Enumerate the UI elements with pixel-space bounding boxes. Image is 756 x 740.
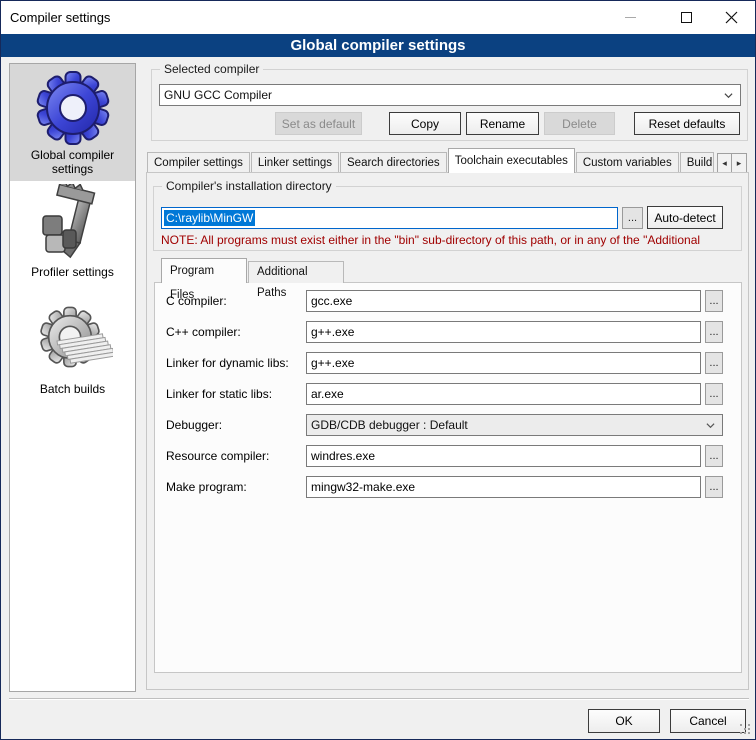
installation-directory-group-label: Compiler's installation directory bbox=[162, 179, 336, 193]
sidebar-item-label: Profiler settings bbox=[10, 264, 135, 279]
ok-button[interactable]: OK bbox=[588, 709, 660, 733]
chevron-down-icon bbox=[706, 421, 715, 430]
tab-search-directories[interactable]: Search directories bbox=[340, 152, 447, 173]
tab-custom-variables[interactable]: Custom variables bbox=[576, 152, 679, 173]
gray-gear-papers-icon bbox=[33, 301, 113, 381]
rename-button[interactable]: Rename bbox=[466, 112, 539, 135]
close-button[interactable] bbox=[708, 1, 754, 33]
field-label: Linker for static libs: bbox=[166, 387, 272, 401]
tab-toolchain-executables[interactable]: Toolchain executables bbox=[448, 148, 575, 173]
sidebar-item-label: Batch builds bbox=[10, 381, 135, 396]
caliper-icon bbox=[33, 184, 113, 264]
cpp-compiler-input[interactable] bbox=[306, 321, 701, 343]
minimize-button[interactable] bbox=[607, 1, 653, 33]
tab-linker-settings[interactable]: Linker settings bbox=[251, 152, 339, 173]
installation-directory-input[interactable]: C:\raylib\MinGW bbox=[161, 207, 618, 229]
resource-compiler-input[interactable] bbox=[306, 445, 701, 467]
installation-directory-browse-button[interactable]: ... bbox=[622, 207, 643, 229]
selected-compiler-group-label: Selected compiler bbox=[160, 62, 263, 76]
dialog-banner: Global compiler settings bbox=[1, 34, 755, 57]
tab-build-options-clipped[interactable]: Build bbox=[680, 152, 714, 173]
close-icon bbox=[725, 11, 738, 24]
resource-compiler-browse-button[interactable]: ... bbox=[705, 445, 723, 467]
titlebar: Compiler settings bbox=[1, 1, 755, 34]
sidebar-item-global-compiler-settings[interactable]: Global compiler settings bbox=[10, 64, 135, 181]
tab-scroll-right-button[interactable]: ▸ bbox=[732, 153, 747, 173]
tab-strip: Compiler settings Linker settings Search… bbox=[147, 148, 747, 173]
compiler-settings-dialog: Compiler settings Global compiler settin… bbox=[0, 0, 756, 740]
sidebar-item-label: Global compiler settings bbox=[10, 147, 135, 176]
minimize-icon bbox=[625, 17, 636, 18]
subtab-additional-paths[interactable]: Additional Paths bbox=[248, 261, 344, 283]
make-program-browse-button[interactable]: ... bbox=[705, 476, 723, 498]
delete-button: Delete bbox=[544, 112, 615, 135]
dynamic-linker-input[interactable] bbox=[306, 352, 701, 374]
arrow-left-icon: ◂ bbox=[722, 159, 727, 168]
set-as-default-button: Set as default bbox=[275, 112, 362, 135]
copy-button[interactable]: Copy bbox=[389, 112, 461, 135]
resize-grip[interactable] bbox=[740, 724, 751, 735]
static-linker-input[interactable] bbox=[306, 383, 701, 405]
debugger-select[interactable]: GDB/CDB debugger : Default bbox=[306, 414, 723, 436]
settings-category-list: Global compiler settings bbox=[9, 63, 136, 692]
c-compiler-input[interactable] bbox=[306, 290, 701, 312]
chevron-down-icon bbox=[724, 91, 733, 100]
c-compiler-browse-button[interactable]: ... bbox=[705, 290, 723, 312]
installation-directory-value: C:\raylib\MinGW bbox=[164, 210, 255, 226]
selected-compiler-group: Selected compiler GNU GCC Compiler Set a… bbox=[151, 69, 748, 141]
make-program-input[interactable] bbox=[306, 476, 701, 498]
cpp-compiler-browse-button[interactable]: ... bbox=[705, 321, 723, 343]
subtab-program-files[interactable]: Program Files bbox=[161, 258, 247, 283]
tab-scroll-left-button[interactable]: ◂ bbox=[717, 153, 732, 173]
field-label: Debugger: bbox=[166, 418, 222, 432]
tab-compiler-settings[interactable]: Compiler settings bbox=[147, 152, 250, 173]
maximize-icon bbox=[681, 12, 692, 23]
sidebar-item-batch-builds[interactable]: Batch builds bbox=[10, 298, 135, 415]
field-label: Linker for dynamic libs: bbox=[166, 356, 289, 370]
sidebar-item-profiler-settings[interactable]: Profiler settings bbox=[10, 181, 135, 298]
auto-detect-button[interactable]: Auto-detect bbox=[647, 206, 723, 229]
field-label: C++ compiler: bbox=[166, 325, 241, 339]
tab-scroll-buttons: ◂ ▸ bbox=[717, 153, 747, 173]
cancel-button[interactable]: Cancel bbox=[670, 709, 746, 733]
dynamic-linker-browse-button[interactable]: ... bbox=[705, 352, 723, 374]
maximize-button[interactable] bbox=[663, 1, 709, 33]
compiler-select-value: GNU GCC Compiler bbox=[164, 88, 724, 102]
note-text: NOTE: All programs must exist either in … bbox=[161, 233, 742, 247]
compiler-select[interactable]: GNU GCC Compiler bbox=[159, 84, 741, 106]
field-label: Resource compiler: bbox=[166, 449, 269, 463]
static-linker-browse-button[interactable]: ... bbox=[705, 383, 723, 405]
footer-separator bbox=[9, 698, 749, 700]
blue-gear-icon bbox=[33, 67, 113, 147]
reset-defaults-button[interactable]: Reset defaults bbox=[634, 112, 740, 135]
window-title: Compiler settings bbox=[10, 10, 110, 25]
field-label: Make program: bbox=[166, 480, 247, 494]
arrow-right-icon: ▸ bbox=[737, 159, 742, 168]
debugger-select-value: GDB/CDB debugger : Default bbox=[311, 418, 706, 432]
